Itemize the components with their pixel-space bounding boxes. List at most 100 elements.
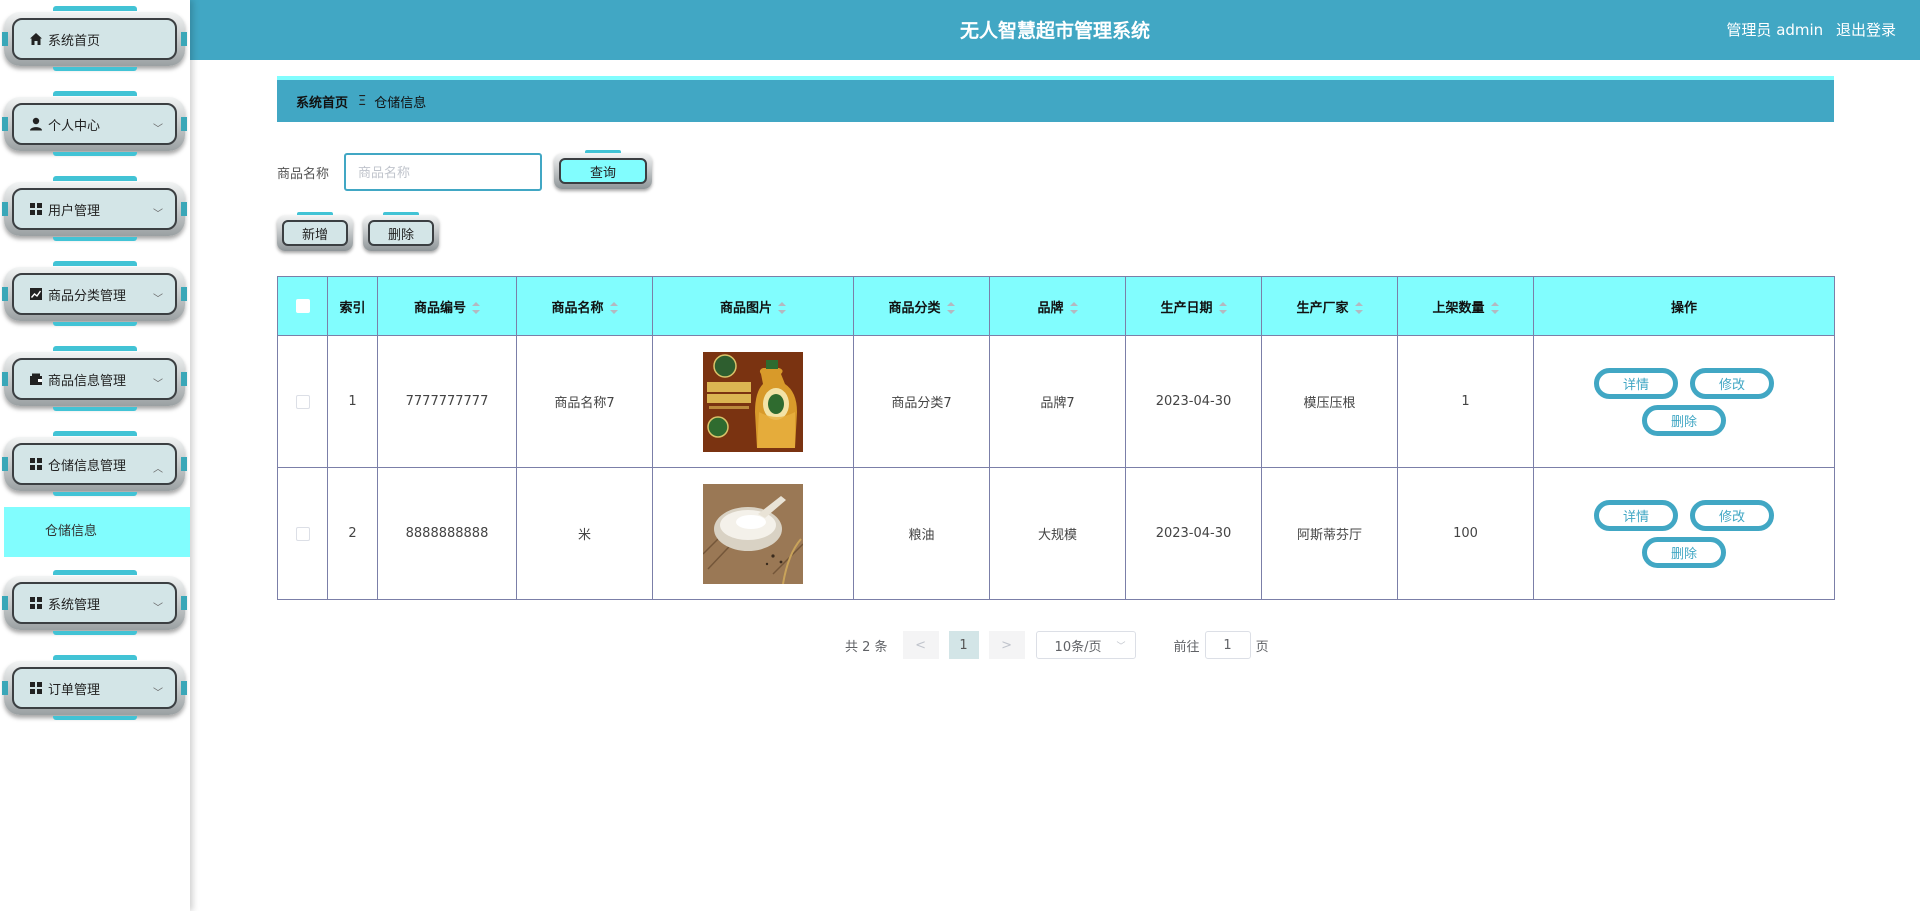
sort-icon[interactable]	[946, 302, 955, 314]
sidebar-item-system[interactable]: 系统管理 ﹀	[2, 566, 187, 636]
column-header[interactable]: 商品编号	[377, 276, 517, 336]
cell-category: 商品分类7	[853, 335, 990, 468]
goto-page-input[interactable]: 1	[1204, 631, 1251, 659]
table-row: 2 8888888888 米 粮油 大规模 2023-04-30 阿斯蒂芬厅 1…	[277, 467, 1835, 600]
search-label: 商品名称	[277, 167, 330, 182]
header-label: 商品图片	[719, 300, 772, 316]
cell-qty: 100	[1397, 467, 1534, 600]
cell-date: 2023-04-30	[1125, 335, 1262, 468]
sidebar-item-label: 系统首页	[48, 33, 101, 49]
sidebar-subitem-storage-info[interactable]: 仓储信息	[4, 507, 190, 557]
chevron-down-icon: ﹀	[153, 688, 163, 699]
column-header: 索引	[327, 276, 378, 336]
header-label: 商品名称	[551, 300, 604, 316]
user-label: 管理员 admin	[1726, 21, 1824, 39]
storage-table: 索引 商品编号 商品名称 商品图片 商品分类 品牌 生产日期 生产厂家 上架数量…	[277, 276, 1835, 600]
sort-icon[interactable]	[1218, 302, 1227, 314]
grid-icon	[28, 680, 44, 696]
cell-date: 2023-04-30	[1125, 467, 1262, 600]
select-all-checkbox[interactable]	[295, 299, 310, 313]
sidebar-item-label: 用户管理	[48, 203, 101, 219]
chevron-down-icon: ﹀	[153, 124, 163, 135]
sort-icon[interactable]	[609, 302, 618, 314]
sidebar-item-storage[interactable]: 仓储信息管理 ︿	[2, 427, 187, 497]
column-header[interactable]: 上架数量	[1397, 276, 1534, 336]
detail-button[interactable]: 详情	[1594, 499, 1678, 531]
column-header[interactable]: 商品分类	[853, 276, 990, 336]
batch-delete-button[interactable]: 删除	[363, 212, 439, 251]
sort-icon[interactable]	[1354, 302, 1363, 314]
chevron-down-icon: ﹀	[153, 603, 163, 614]
user-area: 管理员 admin 退出登录	[1718, 0, 1896, 60]
breadcrumb-separator: Ξ	[358, 93, 367, 109]
header-label: 索引	[339, 300, 366, 316]
oil-bottle-image[interactable]	[703, 351, 803, 452]
sidebar-item-label: 系统管理	[48, 597, 101, 613]
select-all-cell	[277, 276, 328, 336]
sidebar: 系统首页 个人中心 ﹀ 用户管理 ﹀ 商品分类管理 ﹀ 商品信息管理 ﹀ 仓储信…	[0, 0, 190, 911]
header-label: 商品编号	[413, 300, 466, 316]
sort-icon[interactable]	[1069, 302, 1078, 314]
rice-bowl-image[interactable]	[702, 483, 804, 584]
detail-button[interactable]: 详情	[1594, 367, 1678, 399]
cell-brand: 品牌7	[989, 335, 1126, 468]
row-checkbox[interactable]	[295, 394, 310, 409]
edit-button[interactable]: 修改	[1690, 367, 1774, 399]
add-button-label: 新增	[282, 220, 348, 246]
sidebar-item-users[interactable]: 用户管理 ﹀	[2, 172, 187, 242]
logout-link[interactable]: 退出登录	[1836, 21, 1896, 39]
top-header: 无人智慧超市管理系统 管理员 admin 退出登录	[190, 0, 1920, 60]
grid-icon	[28, 201, 44, 217]
sidebar-item-profile[interactable]: 个人中心 ﹀	[2, 87, 187, 157]
row-checkbox[interactable]	[295, 526, 310, 541]
page-size-value: 10条/页	[1054, 639, 1102, 655]
delete-button[interactable]: 删除	[1642, 536, 1726, 568]
cell-qty: 1	[1397, 335, 1534, 468]
prev-page-button[interactable]: <	[902, 631, 939, 659]
cell-category: 粮油	[853, 467, 990, 600]
column-header[interactable]: 商品名称	[516, 276, 653, 336]
chart-icon	[28, 286, 44, 302]
add-button[interactable]: 新增	[277, 212, 353, 251]
breadcrumb-home[interactable]: 系统首页	[296, 92, 348, 111]
table-header-row: 索引 商品编号 商品名称 商品图片 商品分类 品牌 生产日期 生产厂家 上架数量…	[277, 276, 1835, 336]
breadcrumb-current: 仓储信息	[374, 95, 427, 111]
chevron-down-icon: ﹀	[153, 294, 163, 305]
delete-button[interactable]: 删除	[1642, 404, 1726, 436]
batch-delete-button-label: 删除	[368, 220, 434, 246]
sort-icon[interactable]	[472, 302, 480, 314]
sidebar-item-label: 商品分类管理	[48, 288, 127, 304]
sort-icon[interactable]	[1490, 302, 1499, 314]
header-label: 品牌	[1037, 300, 1064, 316]
page-number-button[interactable]: 1	[948, 631, 979, 659]
cell-name: 商品名称7	[516, 335, 653, 468]
cell-code: 7777777777	[377, 335, 517, 468]
column-header[interactable]: 生产日期	[1125, 276, 1262, 336]
column-header[interactable]: 品牌	[989, 276, 1126, 336]
sort-icon[interactable]	[778, 302, 786, 314]
header-label: 上架数量	[1432, 300, 1485, 316]
column-header[interactable]: 生产厂家	[1261, 276, 1398, 336]
query-button[interactable]: 查询	[554, 150, 652, 189]
cell-index: 1	[327, 335, 378, 468]
wallet-icon	[28, 371, 44, 387]
cell-brand: 大规模	[989, 467, 1126, 600]
user-icon	[28, 116, 44, 132]
breadcrumb: 系统首页 Ξ 仓储信息	[277, 76, 1834, 122]
grid-icon	[28, 456, 44, 472]
chevron-down-icon: ﹀	[153, 379, 163, 390]
chevron-down-icon: ﹀	[153, 209, 163, 220]
header-label: 商品分类	[888, 300, 941, 316]
edit-button[interactable]: 修改	[1690, 499, 1774, 531]
column-header[interactable]: 商品图片	[652, 276, 854, 336]
search-input[interactable]	[344, 153, 542, 191]
sidebar-item-label: 订单管理	[48, 682, 101, 698]
pagination-total: 共 2 条	[845, 639, 888, 655]
page-size-select[interactable]: 10条/页 ﹀	[1035, 631, 1136, 659]
sidebar-item-home[interactable]: 系统首页	[2, 2, 187, 72]
sidebar-item-orders[interactable]: 订单管理 ﹀	[2, 651, 187, 721]
goto-label: 前往	[1173, 639, 1200, 655]
sidebar-item-category[interactable]: 商品分类管理 ﹀	[2, 257, 187, 327]
next-page-button[interactable]: >	[988, 631, 1025, 659]
sidebar-item-products[interactable]: 商品信息管理 ﹀	[2, 342, 187, 412]
